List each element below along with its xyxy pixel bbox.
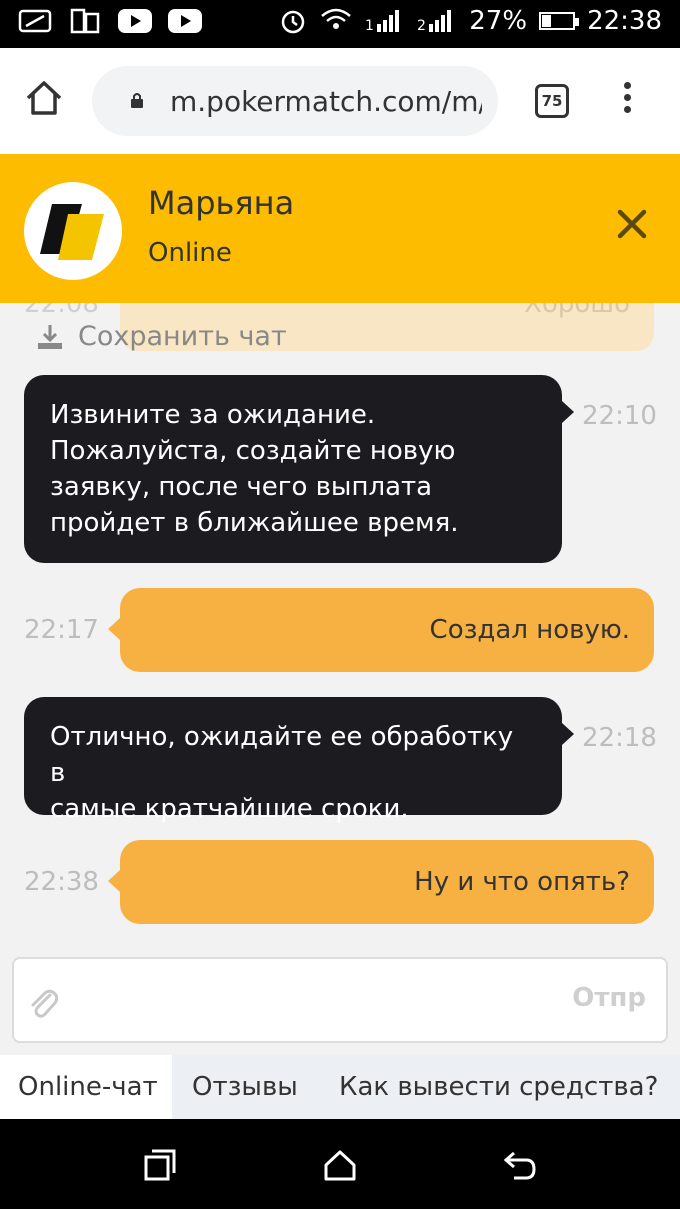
- home-nav-icon[interactable]: [322, 1147, 358, 1183]
- message-line: заявку, после чего выплата: [50, 472, 433, 502]
- message-line: самые кратчайшие сроки.: [50, 794, 409, 824]
- bottom-tabs: Online-чат Отзывы Как вывести средства?: [0, 1055, 680, 1119]
- signal-sim2-icon: 2: [417, 10, 452, 34]
- tab-label: Отзывы: [192, 1072, 298, 1102]
- phone-notification-icon: [70, 8, 100, 34]
- message-text: Хорошо: [524, 303, 630, 319]
- back-icon[interactable]: [502, 1147, 538, 1183]
- tab-label: Online-чат: [18, 1072, 158, 1102]
- message-bubble-incoming: Извините за ожидание. Пожалуйста, создай…: [24, 375, 574, 563]
- lock-icon: [131, 93, 143, 108]
- message-text: Создал новую.: [429, 615, 630, 645]
- browser-toolbar: m.pokermatch.com/m/ 75: [0, 48, 680, 154]
- home-icon[interactable]: [24, 78, 64, 118]
- tab-switcher-button[interactable]: 75: [535, 84, 569, 118]
- tab-online-chat[interactable]: Online-чат: [0, 1055, 172, 1119]
- agent-status: Online: [148, 238, 232, 268]
- youtube-notification-icon: [168, 9, 202, 33]
- tab-label: Как вывести средства?: [339, 1072, 659, 1102]
- message-text: Ну и что опять?: [414, 867, 630, 897]
- youtube-notification-icon: [118, 9, 152, 33]
- message-time: 22:10: [582, 401, 657, 431]
- send-button[interactable]: Отпр: [572, 983, 646, 1013]
- battery-icon: [539, 12, 580, 30]
- system-nav-bar: [0, 1119, 680, 1209]
- url-text: m.pokermatch.com/m/: [170, 85, 482, 118]
- message-input[interactable]: [74, 969, 554, 1031]
- message-line: Извините за ожидание.: [50, 400, 376, 430]
- browser-menu-icon[interactable]: [620, 82, 634, 122]
- image-notification-icon: [18, 9, 52, 33]
- message-time: 22:08: [24, 303, 99, 319]
- signal-sim1-icon: 1: [365, 10, 400, 34]
- agent-name: Марьяна: [148, 184, 295, 222]
- message-time: 22:17: [24, 615, 99, 645]
- close-icon[interactable]: [612, 204, 652, 244]
- message-bubble-outgoing: Создал новую.: [108, 588, 654, 672]
- message-time: 22:18: [582, 723, 657, 753]
- chat-messages[interactable]: 22:08 Хорошо Сохранить чат Извините за о…: [0, 303, 680, 953]
- url-bar[interactable]: m.pokermatch.com/m/: [92, 66, 498, 136]
- message-bubble-outgoing: Ну и что опять?: [108, 840, 654, 924]
- recent-apps-icon[interactable]: [142, 1147, 178, 1183]
- svg-text:2: 2: [417, 18, 426, 34]
- svg-text:1: 1: [365, 18, 374, 34]
- message-line: Пожалуйста, создайте новую: [50, 436, 456, 466]
- attach-icon[interactable]: [28, 985, 58, 1019]
- chat-header: Марьяна Online: [0, 154, 680, 303]
- message-time: 22:38: [24, 867, 99, 897]
- message-composer: Отпр: [12, 957, 668, 1043]
- save-chat-button[interactable]: Сохранить чат: [36, 321, 287, 352]
- brand-logo-icon: [40, 204, 104, 260]
- message-line: пройдет в ближайшее время.: [50, 508, 459, 538]
- message-line: Отлично, ожидайте ее обработку в: [50, 722, 514, 788]
- tab-how-to-withdraw[interactable]: Как вывести средства?: [320, 1055, 680, 1119]
- download-icon: [38, 324, 62, 349]
- message-bubble-incoming: Отлично, ожидайте ее обработку в самые к…: [24, 697, 574, 824]
- clock: 22:38: [587, 6, 662, 36]
- alarm-icon: [282, 10, 305, 34]
- status-bar: 1 2 27% 22:38: [0, 0, 680, 48]
- save-chat-label: Сохранить чат: [78, 321, 287, 352]
- wifi-icon: [321, 8, 352, 29]
- agent-avatar: [24, 182, 122, 280]
- battery-percent: 27%: [469, 6, 528, 36]
- tab-reviews[interactable]: Отзывы: [172, 1055, 320, 1119]
